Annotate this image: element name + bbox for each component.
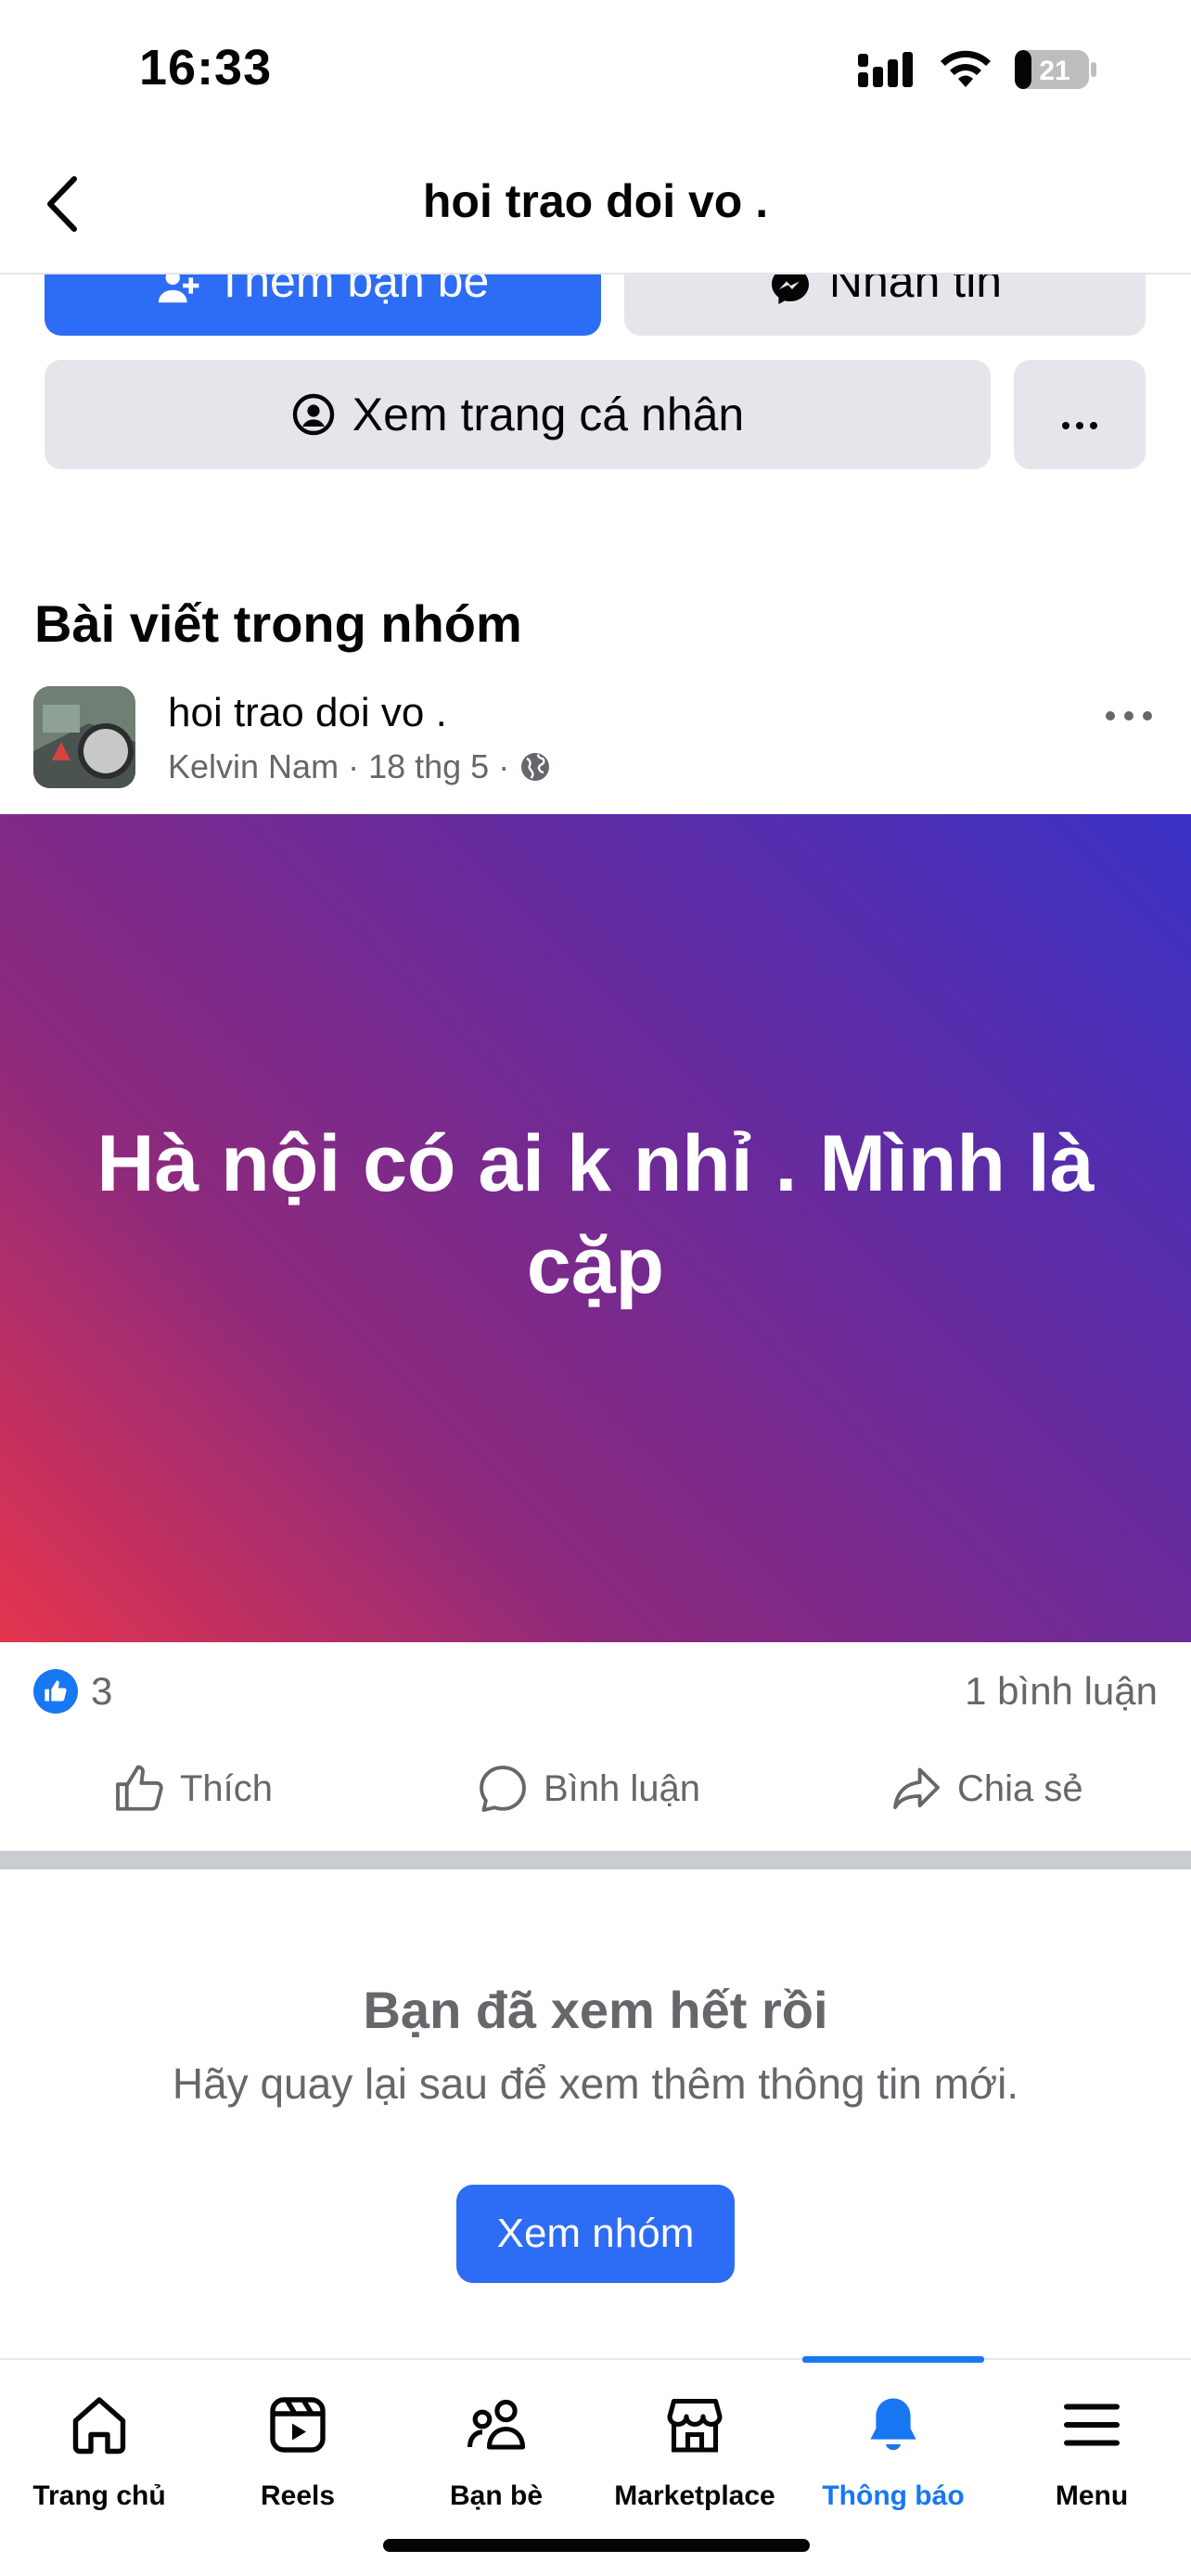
view-group-button[interactable]: Xem nhóm	[456, 2185, 735, 2283]
tab-label: Marketplace	[614, 2480, 775, 2511]
home-icon	[66, 2388, 133, 2462]
reactions-summary[interactable]: 3	[33, 1669, 112, 1714]
comments-count[interactable]: 1 bình luận	[965, 1669, 1158, 1714]
like-reaction-icon	[33, 1669, 78, 1714]
more-options-button[interactable]	[1014, 360, 1146, 469]
like-label: Thích	[180, 1767, 274, 1809]
home-indicator	[383, 2539, 810, 2552]
share-button[interactable]: Chia sẻ	[889, 1762, 1083, 1816]
post-meta: Kelvin Nam · 18 thg 5 ·	[168, 747, 552, 792]
comment-label: Bình luận	[544, 1767, 701, 1809]
tab-label: Trang chủ	[32, 2480, 166, 2511]
meta-separator: ·	[498, 747, 519, 785]
more-icon	[1061, 388, 1098, 441]
tab-label: Bạn bè	[449, 2480, 544, 2511]
post-author[interactable]: Kelvin Nam	[168, 747, 339, 785]
tab-reels[interactable]: Reels	[198, 2360, 397, 2536]
globe-icon	[519, 750, 552, 792]
bell-icon	[860, 2388, 927, 2462]
tab-home[interactable]: Trang chủ	[0, 2360, 198, 2536]
tab-marketplace[interactable]: Marketplace	[596, 2360, 794, 2536]
post-more-button[interactable]	[1104, 705, 1154, 727]
page-title: hoi trao doi vo .	[422, 175, 769, 227]
post-date[interactable]: 18 thg 5	[368, 747, 489, 785]
likes-count: 3	[91, 1669, 113, 1713]
end-of-feed-subtitle: Hãy quay lại sau để xem thêm thông tin m…	[172, 2060, 1019, 2108]
group-avatar[interactable]	[33, 686, 135, 788]
wifi-icon	[937, 46, 994, 89]
reels-icon	[264, 2388, 331, 2462]
battery-icon: 21	[1014, 48, 1097, 91]
profile-icon	[291, 392, 336, 437]
cellular-signal-icon	[858, 48, 917, 93]
tab-label: Reels	[260, 2480, 336, 2511]
view-profile-button[interactable]: Xem trang cá nhân	[45, 360, 991, 469]
battery-level: 21	[1039, 56, 1069, 86]
menu-icon	[1058, 2388, 1125, 2462]
tab-menu[interactable]: Menu	[992, 2360, 1191, 2536]
friends-icon	[463, 2388, 530, 2462]
section-title: Bài viết trong nhóm	[34, 594, 522, 653]
comment-button[interactable]: Bình luận	[475, 1762, 700, 1816]
more-horizontal-icon	[1106, 711, 1152, 721]
share-icon	[893, 1767, 940, 1809]
share-label: Chia sẻ	[957, 1767, 1083, 1809]
like-button[interactable]: Thích	[111, 1762, 273, 1816]
meta-separator: ·	[348, 747, 369, 785]
view-profile-label: Xem trang cá nhân	[352, 389, 745, 440]
comment-icon	[480, 1766, 526, 1812]
tab-label: Menu	[1055, 2480, 1129, 2511]
marketplace-icon	[661, 2388, 728, 2462]
post-text: Hà nội có ai k nhỉ . Mình là cặp	[96, 1119, 1095, 1310]
tab-friends[interactable]: Bạn bè	[397, 2360, 596, 2536]
header-divider	[0, 273, 1191, 274]
tab-label: Thông báo	[822, 2480, 965, 2511]
post-group-name[interactable]: hoi trao doi vo .	[168, 690, 447, 736]
thumbs-up-icon	[116, 1765, 163, 1811]
tab-notifications[interactable]: Thông báo	[794, 2360, 992, 2536]
feed-divider	[0, 1851, 1191, 1869]
status-time: 16:33	[139, 40, 273, 96]
end-of-feed-title: Bạn đã xem hết rồi	[363, 1981, 828, 2039]
